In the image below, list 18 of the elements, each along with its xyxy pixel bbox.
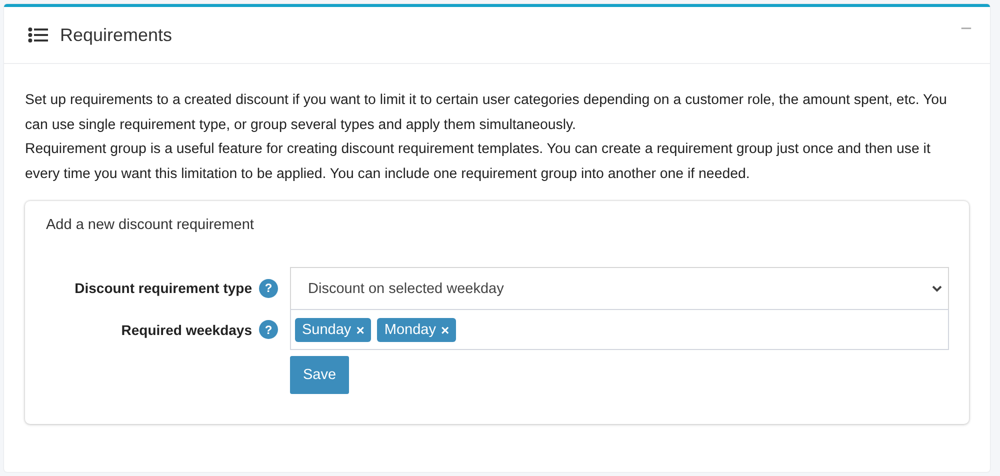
chevron-down-icon (932, 285, 942, 292)
field-label: Required weekdays (121, 322, 252, 338)
help-icon[interactable]: ? (259, 278, 278, 298)
collapse-button[interactable]: − (942, 18, 990, 52)
weekdays-field[interactable]: Sunday × Monday × (290, 309, 949, 350)
tag-label: Sunday (302, 322, 352, 338)
list-icon (28, 27, 48, 43)
help-icon[interactable]: ? (259, 320, 278, 339)
tag-label: Monday (384, 322, 436, 338)
remove-tag-button[interactable]: × (356, 322, 364, 338)
description-text: Requirement group is a useful feature for creating discount requirement templates. You can create a requirement group just once and then use it every time you want this limitation to be applied. You can include one requirement group into another one if needed. (25, 140, 932, 184)
form-title: Add a new discount requirement (46, 217, 255, 233)
requirement-type-select[interactable]: Discount on selected weekday (290, 267, 949, 309)
remove-tag-button[interactable]: × (440, 322, 450, 338)
card-title: Requirements (60, 24, 174, 46)
field-label: Discount requirement type (74, 280, 252, 296)
save-button[interactable]: Save (290, 356, 350, 394)
description-text: Set up requirements to a created discount if you want to limit it to certain user categories depending on a customer role, the amount spent, etc. You can use single requirement type, or group several types and apply them simultaneously. (25, 91, 948, 134)
